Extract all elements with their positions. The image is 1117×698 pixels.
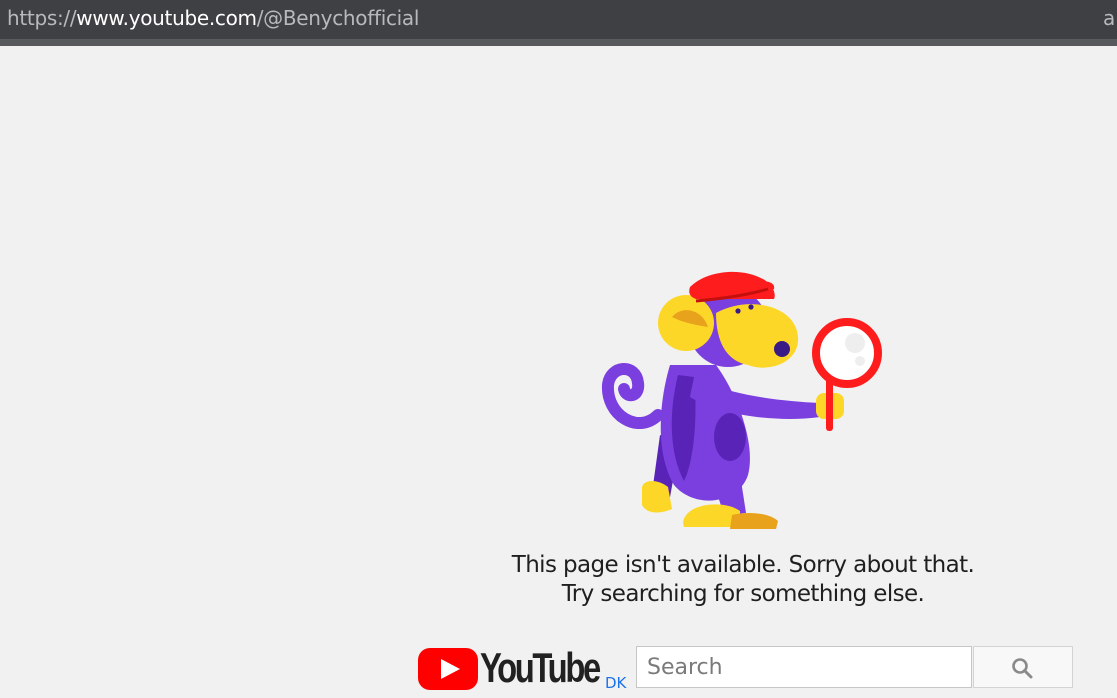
- youtube-play-icon: [418, 648, 478, 690]
- monkey-illustration: [601, 271, 882, 529]
- search-input[interactable]: [636, 646, 972, 688]
- url-text[interactable]: https://www.youtube.com/@Benychofficial: [7, 6, 419, 30]
- url-bar-right-fragment: a: [1103, 6, 1116, 30]
- browser-address-bar[interactable]: https://www.youtube.com/@Benychofficial …: [0, 0, 1117, 40]
- country-code: DK: [605, 674, 627, 692]
- url-path: /@Benychofficial: [256, 6, 420, 30]
- youtube-wordmark: YouTube: [480, 644, 601, 691]
- url-host: www.youtube.com: [76, 6, 257, 30]
- error-message-line2: Try searching for something else.: [561, 581, 925, 607]
- youtube-logo[interactable]: YouTube DK: [418, 644, 633, 696]
- url-scheme: https://: [7, 6, 77, 30]
- error-message-line1: This page isn't available. Sorry about t…: [511, 552, 975, 578]
- search-button[interactable]: [973, 646, 1073, 688]
- address-bar-divider: [0, 40, 1117, 46]
- search-icon: [1012, 658, 1033, 679]
